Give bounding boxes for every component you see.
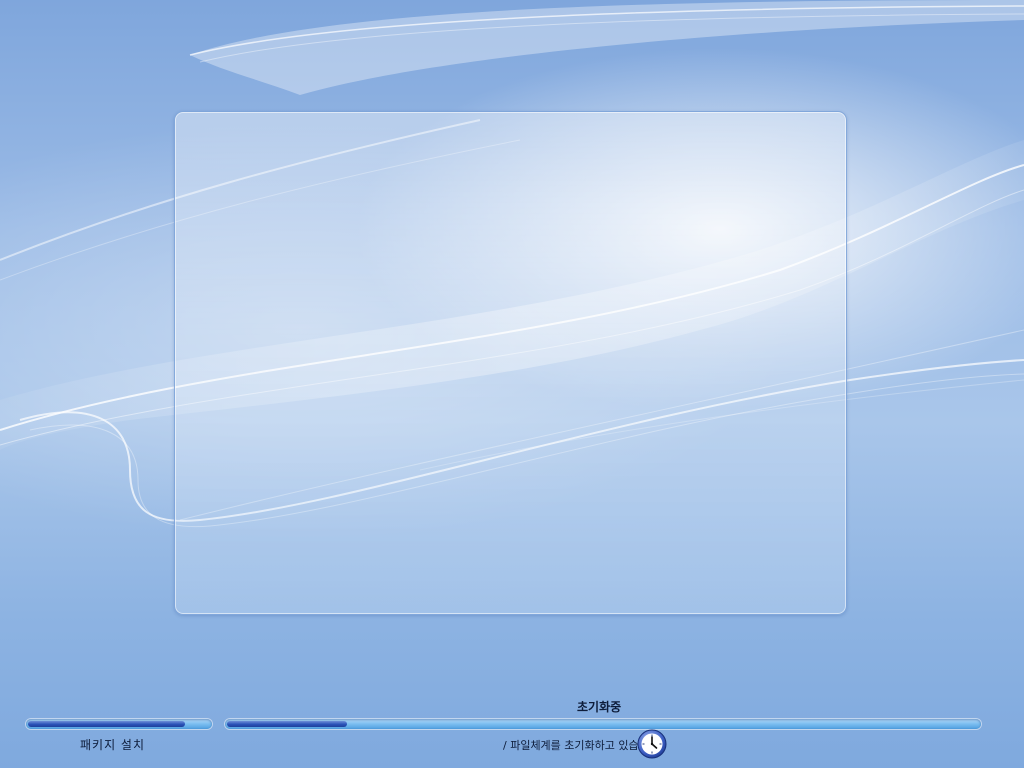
package-install-label: 패키지 설치 [80, 738, 146, 752]
installer-content-panel [174, 111, 847, 615]
package-progress-bar [26, 719, 212, 729]
overall-progress-bar [225, 719, 981, 729]
clock-icon [637, 729, 667, 759]
overall-progress-fill [227, 721, 347, 727]
package-progress-fill [28, 721, 185, 727]
stage-title: 초기화중 [577, 700, 622, 714]
